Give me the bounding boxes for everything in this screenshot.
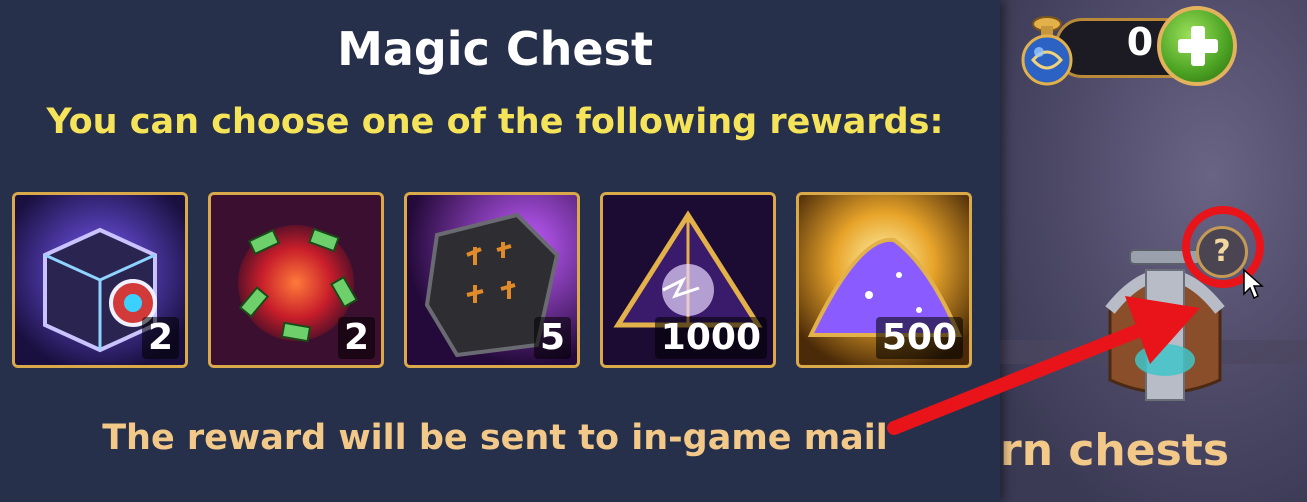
annotation-arrow-icon [887,296,1200,435]
reward-quantity: 5 [533,317,571,359]
cursor-icon [1243,268,1264,300]
reward-item-rune-stone[interactable]: 5 [404,192,580,368]
reward-item-crystal-pyramid[interactable]: 1000 [600,192,776,368]
potion-icon [1021,16,1073,86]
reward-tooltip: Magic Chest You can choose one of the fo… [0,0,1000,502]
reward-quantity: 2 [337,317,375,359]
tooltip-title: Magic Chest [337,22,653,76]
reward-quantity: 2 [141,317,179,359]
add-currency-button[interactable] [1157,6,1237,86]
tooltip-footer: The reward will be sent to in-game mail [102,418,888,458]
tooltip-subtitle: You can choose one of the following rewa… [46,102,944,142]
reward-item-mystery-box[interactable]: 2 [12,192,188,368]
reward-quantity: 1000 [654,317,767,359]
currency-bar: 0 [1021,6,1245,86]
reward-list: 2 2 5 1000 500 [12,192,982,370]
reward-item-red-orb[interactable]: 2 [208,192,384,368]
